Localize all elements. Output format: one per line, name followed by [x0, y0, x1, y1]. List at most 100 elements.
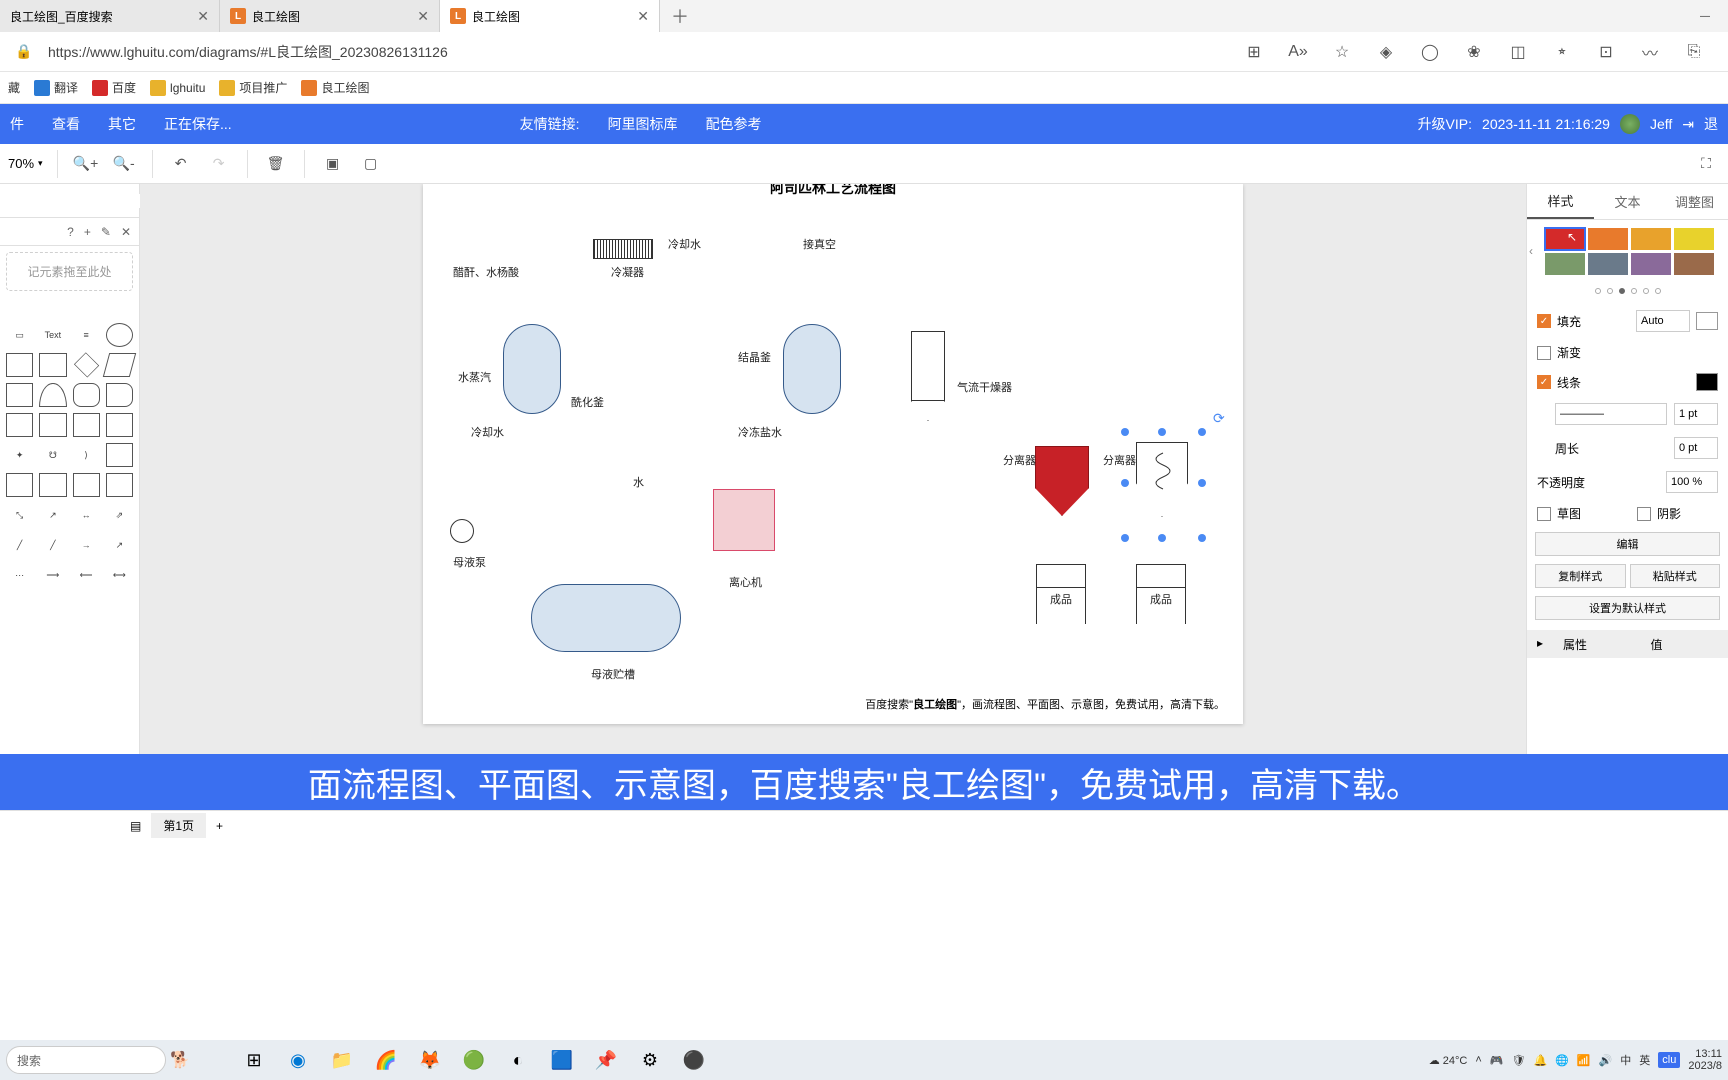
redo-icon[interactable]: ↷ [205, 150, 233, 178]
reactor-shape[interactable] [783, 324, 841, 414]
color-swatch[interactable] [1588, 253, 1628, 275]
shape-item[interactable]: ▭ [6, 323, 33, 347]
close-icon[interactable]: ✕ [197, 8, 209, 25]
shape-item[interactable]: ⇗ [106, 503, 133, 527]
shape-item[interactable] [106, 473, 133, 497]
clock-date[interactable]: 2023/8 [1688, 1060, 1722, 1072]
circle-icon[interactable]: ◯ [1414, 36, 1446, 68]
separator-selected[interactable] [1136, 442, 1188, 517]
pin-icon[interactable]: 📌 [586, 1040, 626, 1080]
search-input[interactable] [6, 194, 161, 208]
shape-item[interactable]: ╱ [39, 533, 66, 557]
bookmark-item[interactable]: 藏 [8, 79, 20, 96]
shape-item[interactable]: ⋯ [6, 563, 33, 587]
pager-dot[interactable] [1631, 288, 1637, 294]
bookmark-item[interactable]: 良工绘图 [301, 79, 369, 96]
page-tab[interactable]: 第1页 [151, 813, 206, 838]
zoom-out-icon[interactable]: 🔍- [110, 150, 138, 178]
reactor-shape[interactable] [503, 324, 561, 414]
dryer-shape[interactable] [911, 331, 945, 401]
to-back-icon[interactable]: ▢ [357, 150, 385, 178]
shape-item[interactable] [39, 473, 66, 497]
palette-prev-icon[interactable]: ‹ [1529, 244, 1533, 258]
wifi-icon[interactable]: 📶 [1577, 1054, 1591, 1067]
obs-icon[interactable]: ⚫ [674, 1040, 714, 1080]
line-checkbox[interactable]: ✓ [1537, 375, 1551, 389]
fill-color-chip[interactable] [1696, 312, 1718, 330]
paste-style-button[interactable]: 粘贴样式 [1630, 564, 1721, 588]
pager-dot[interactable] [1607, 288, 1613, 294]
pager-dot[interactable] [1655, 288, 1661, 294]
browser-tab-active[interactable]: L 良工绘图 ✕ [440, 0, 660, 32]
task-view-icon[interactable]: ⊞ [234, 1040, 274, 1080]
shape-item[interactable] [103, 353, 137, 377]
shape-item[interactable] [39, 353, 66, 377]
color-swatch[interactable] [1588, 228, 1628, 250]
opacity-input[interactable]: 100 % [1666, 471, 1718, 493]
color-swatch[interactable] [1674, 253, 1714, 275]
logout-label[interactable]: 退 [1704, 114, 1718, 134]
shape-item[interactable] [6, 353, 33, 377]
bookmark-item[interactable]: 百度 [92, 79, 136, 96]
avatar[interactable] [1620, 114, 1640, 134]
volume-icon[interactable]: 🔊 [1599, 1054, 1613, 1067]
centrifuge-shape[interactable] [713, 489, 775, 551]
explorer-icon[interactable]: 📁 [322, 1040, 362, 1080]
fullscreen-icon[interactable]: ⛶ [1692, 150, 1720, 178]
edge-icon[interactable]: ◉ [278, 1040, 318, 1080]
tab-adjust[interactable]: 调整图 [1661, 184, 1728, 219]
tray-icon[interactable]: clu [1658, 1052, 1680, 1068]
color-swatch[interactable] [1545, 253, 1585, 275]
shape-item[interactable]: → [73, 533, 100, 557]
extension-icon[interactable]: ❀ [1458, 36, 1490, 68]
performance-icon[interactable]: 〰 [1634, 36, 1666, 68]
firefox-icon[interactable]: 🦊 [410, 1040, 450, 1080]
storage-tank[interactable] [531, 584, 681, 652]
close-icon[interactable]: ✕ [637, 8, 649, 25]
edit-style-button[interactable]: 编辑 [1535, 532, 1720, 556]
drop-placeholder[interactable]: 记元素拖至此处 [6, 252, 133, 291]
shape-item[interactable] [106, 383, 133, 407]
link-iconlib[interactable]: 阿里图标库 [608, 114, 678, 134]
separator-red[interactable] [1035, 446, 1089, 516]
shape-item[interactable]: ⟩ [73, 443, 100, 467]
selection-handle[interactable] [1158, 428, 1166, 436]
selection-handle[interactable] [1158, 534, 1166, 542]
line-color-chip[interactable] [1696, 373, 1718, 391]
bookmark-item[interactable]: 翻译 [34, 79, 78, 96]
shape-item[interactable] [73, 383, 100, 407]
undo-icon[interactable]: ↶ [167, 150, 195, 178]
shape-item[interactable] [39, 413, 66, 437]
shape-item[interactable] [39, 383, 66, 407]
shape-item[interactable] [6, 473, 33, 497]
camera-icon[interactable]: ◐ [498, 1040, 538, 1080]
shape-item[interactable]: ↔ [73, 503, 100, 527]
logout-icon[interactable]: ⇥ [1682, 116, 1694, 133]
link-palette[interactable]: 配色参考 [706, 114, 762, 134]
shape-item[interactable] [106, 323, 133, 347]
shape-item[interactable]: ⟶ [39, 563, 66, 587]
lock-icon[interactable]: 🔒 [8, 36, 40, 68]
app-icon[interactable]: ⊞ [1238, 36, 1270, 68]
download-icon[interactable]: ⎘ [1678, 36, 1710, 68]
bookmark-item[interactable]: lghuitu [150, 80, 205, 96]
shape-item[interactable] [106, 413, 133, 437]
pager-dot[interactable] [1643, 288, 1649, 294]
tab-style[interactable]: 样式 [1527, 184, 1594, 219]
selection-handle[interactable] [1121, 479, 1129, 487]
shape-item[interactable] [106, 443, 133, 467]
add-page-button[interactable]: + [216, 819, 223, 833]
shape-item[interactable]: ↗ [106, 533, 133, 557]
shadow-checkbox[interactable] [1637, 507, 1651, 521]
help-icon[interactable]: ? [67, 225, 74, 239]
close-icon[interactable]: ✕ [417, 8, 429, 25]
favorites-icon[interactable]: ⭒ [1546, 36, 1578, 68]
shape-item[interactable] [73, 413, 100, 437]
color-swatch[interactable] [1631, 228, 1671, 250]
color-swatch[interactable] [1631, 253, 1671, 275]
shape-item[interactable]: Text [39, 323, 66, 347]
star-icon[interactable]: ☆ [1326, 36, 1358, 68]
tab-text[interactable]: 文本 [1594, 184, 1661, 219]
taskbar-search[interactable]: 搜索 [6, 1046, 166, 1074]
condenser-shape[interactable] [593, 239, 653, 259]
